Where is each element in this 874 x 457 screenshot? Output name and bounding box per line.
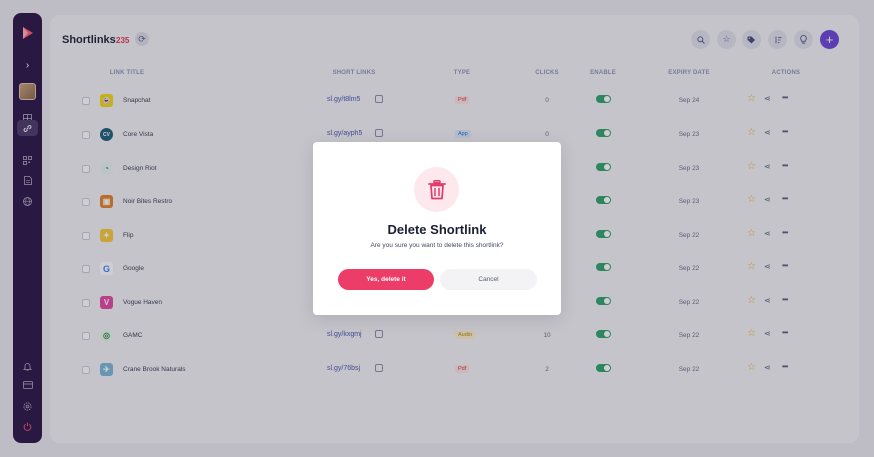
trash-icon	[414, 167, 459, 212]
delete-modal: Delete Shortlink Are you sure you want t…	[313, 142, 561, 315]
confirm-delete-button[interactable]: Yes, delete it	[338, 269, 434, 290]
modal-title: Delete Shortlink	[387, 222, 487, 237]
cancel-button[interactable]: Cancel	[440, 269, 537, 290]
modal-message: Are you sure you want to delete this sho…	[370, 242, 504, 249]
